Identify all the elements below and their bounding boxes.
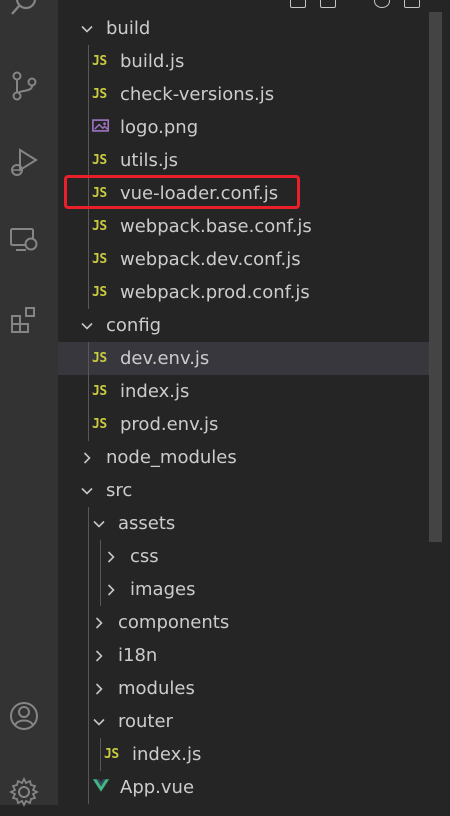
- js-file-icon: JS: [92, 186, 107, 201]
- chevron-down-icon[interactable]: [80, 319, 94, 333]
- tree-item-label: check-versions.js: [120, 84, 275, 105]
- folder-item[interactable]: assets: [58, 507, 430, 540]
- tree-item-label: router: [118, 711, 173, 732]
- activity-bar: [0, 0, 58, 808]
- tree-item-label: utils.js: [120, 150, 178, 171]
- tree-item-label: config: [106, 315, 162, 336]
- tree-item-label: index.js: [132, 744, 202, 765]
- tree-item-label: build.js: [120, 51, 185, 72]
- tree-item-label: vue-loader.conf.js: [120, 183, 279, 204]
- folder-item[interactable]: css: [58, 540, 430, 573]
- file-item[interactable]: App.vue: [58, 771, 430, 804]
- js-file-icon: JS: [92, 417, 107, 432]
- js-file-icon: JS: [92, 87, 107, 102]
- folder-item[interactable]: config: [58, 309, 430, 342]
- tree-item-label: modules: [118, 678, 195, 699]
- tree-item-label: webpack.dev.conf.js: [120, 249, 301, 270]
- tree-item-label: webpack.base.conf.js: [120, 216, 312, 237]
- folder-item[interactable]: modules: [58, 672, 430, 705]
- js-file-icon: JS: [92, 219, 107, 234]
- file-item[interactable]: JS utils.js: [58, 144, 430, 177]
- indent-guide: [88, 45, 89, 309]
- indent-guide: [100, 738, 101, 771]
- chevron-down-icon[interactable]: [80, 484, 94, 498]
- tree-item-label: images: [130, 579, 196, 600]
- chevron-right-icon[interactable]: [104, 550, 118, 564]
- file-item[interactable]: JS check-versions.js: [58, 78, 430, 111]
- folder-item[interactable]: components: [58, 606, 430, 639]
- tree-item-label: dev.env.js: [120, 348, 210, 369]
- explorer-header-strip: [58, 0, 450, 10]
- folder-item[interactable]: images: [58, 573, 430, 606]
- folder-item[interactable]: i18n: [58, 639, 430, 672]
- tree-item-label: components: [118, 612, 230, 633]
- extensions-icon[interactable]: [0, 296, 48, 344]
- chevron-right-icon[interactable]: [92, 649, 106, 663]
- tree-item-label: logo.png: [120, 117, 199, 138]
- chevron-down-icon[interactable]: [92, 715, 106, 729]
- source-control-icon[interactable]: [0, 62, 48, 110]
- js-file-icon: JS: [92, 153, 107, 168]
- file-item[interactable]: JS index.js: [58, 375, 430, 408]
- file-item[interactable]: JS webpack.prod.conf.js: [58, 276, 430, 309]
- tree-item-label: App.vue: [120, 777, 195, 798]
- js-file-icon: JS: [92, 384, 107, 399]
- file-item[interactable]: JS webpack.base.conf.js: [58, 210, 430, 243]
- file-item[interactable]: JS prod.env.js: [58, 408, 430, 441]
- indent-guide: [88, 507, 89, 804]
- tree-item-label: webpack.prod.conf.js: [120, 282, 310, 303]
- file-item[interactable]: JS webpack.dev.conf.js: [58, 243, 430, 276]
- collapse-all-icon[interactable]: [404, 0, 420, 8]
- new-file-icon[interactable]: [290, 0, 306, 8]
- folder-item[interactable]: router: [58, 705, 430, 738]
- chevron-right-icon[interactable]: [92, 682, 106, 696]
- search-icon[interactable]: [0, 0, 48, 26]
- file-item[interactable]: logo.png: [58, 111, 430, 144]
- chevron-right-icon[interactable]: [92, 616, 106, 630]
- tree-item-label: assets: [118, 513, 176, 534]
- chevron-down-icon[interactable]: [80, 22, 94, 36]
- js-file-icon: JS: [92, 285, 107, 300]
- tree-item-label: prod.env.js: [120, 414, 219, 435]
- tree-item-label: i18n: [118, 645, 158, 666]
- indent-guide: [88, 342, 89, 441]
- js-file-icon: JS: [92, 54, 107, 69]
- image-file-icon: [92, 118, 112, 137]
- scrollbar[interactable]: [429, 12, 442, 542]
- new-folder-icon[interactable]: [320, 0, 336, 8]
- chevron-down-icon[interactable]: [92, 517, 106, 531]
- run-debug-icon[interactable]: [0, 138, 48, 186]
- file-item[interactable]: JS dev.env.js: [58, 342, 430, 375]
- file-item[interactable]: JS build.js: [58, 45, 430, 78]
- settings-gear-icon[interactable]: [0, 768, 48, 816]
- folder-item[interactable]: src: [58, 474, 430, 507]
- remote-explorer-icon[interactable]: [0, 216, 48, 264]
- chevron-right-icon[interactable]: [80, 451, 94, 465]
- indent-guide: [100, 540, 101, 606]
- account-icon[interactable]: [0, 692, 48, 740]
- tree-item-label: src: [106, 480, 133, 501]
- tree-item-label: index.js: [120, 381, 190, 402]
- refresh-icon[interactable]: [374, 0, 390, 8]
- tree-item-label: build: [106, 18, 151, 39]
- chevron-right-icon[interactable]: [104, 583, 118, 597]
- js-file-icon: JS: [92, 351, 107, 366]
- vue-file-icon: [92, 778, 112, 797]
- folder-item[interactable]: build: [58, 12, 430, 45]
- js-file-icon: JS: [92, 252, 107, 267]
- file-item[interactable]: JS index.js: [58, 738, 430, 771]
- folder-item[interactable]: node_modules: [58, 441, 430, 474]
- file-item[interactable]: JS vue-loader.conf.js: [58, 177, 430, 210]
- js-file-icon: JS: [104, 747, 119, 762]
- tree-item-label: css: [130, 546, 159, 567]
- tree-item-label: node_modules: [106, 447, 237, 468]
